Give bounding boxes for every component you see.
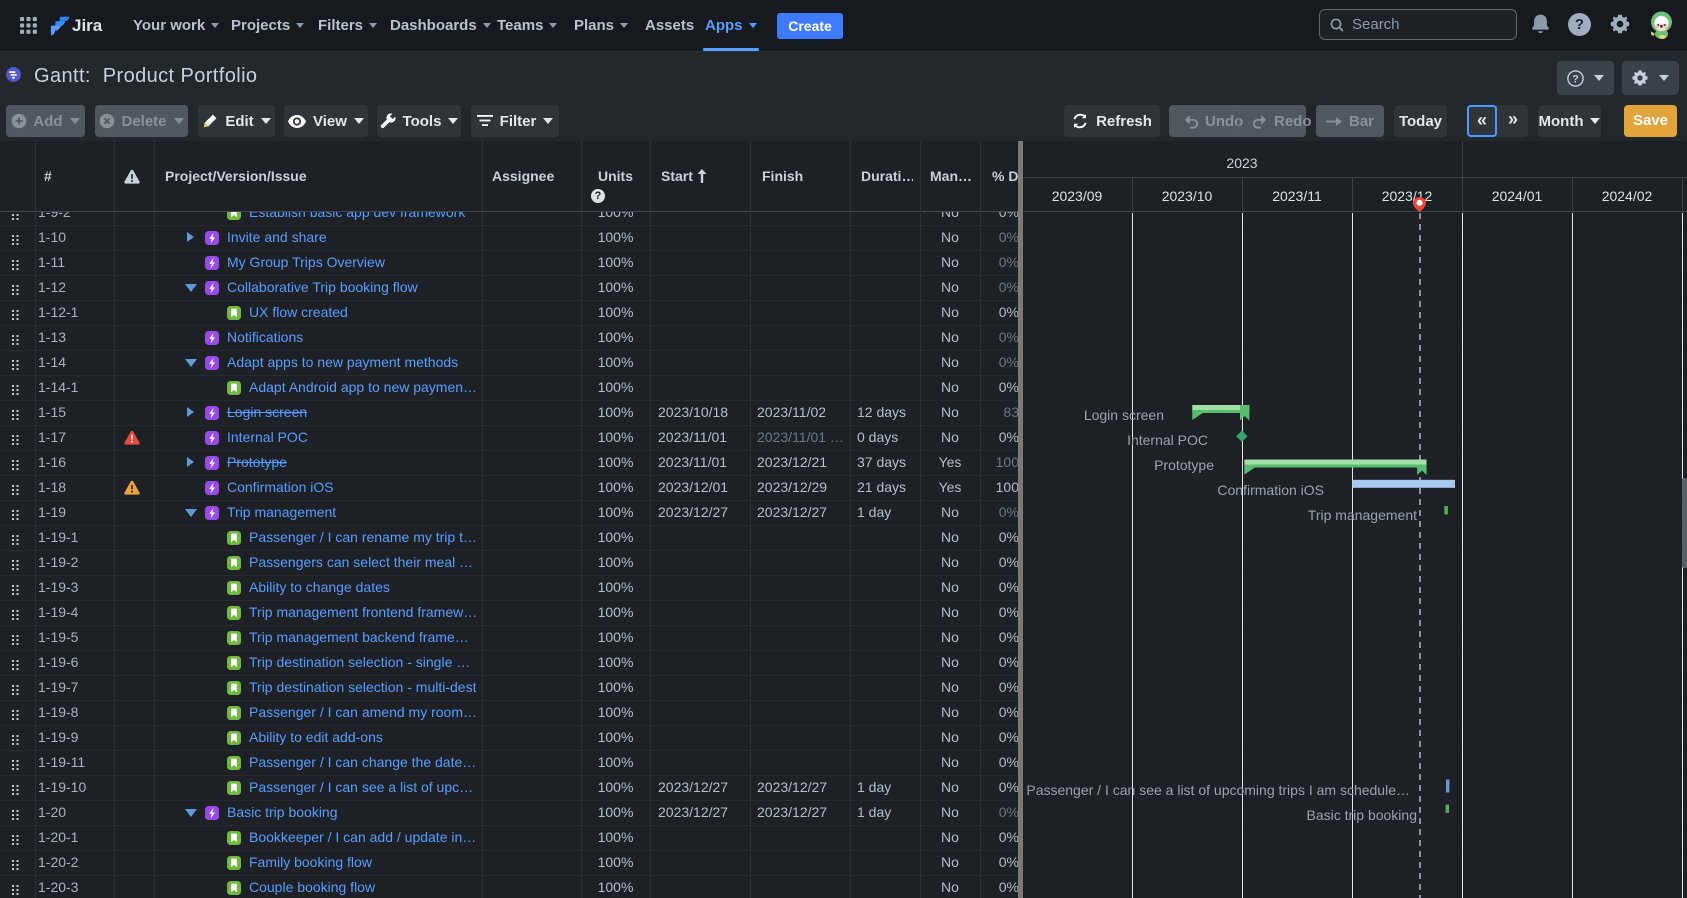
svg-text:?: ? (1572, 73, 1579, 85)
